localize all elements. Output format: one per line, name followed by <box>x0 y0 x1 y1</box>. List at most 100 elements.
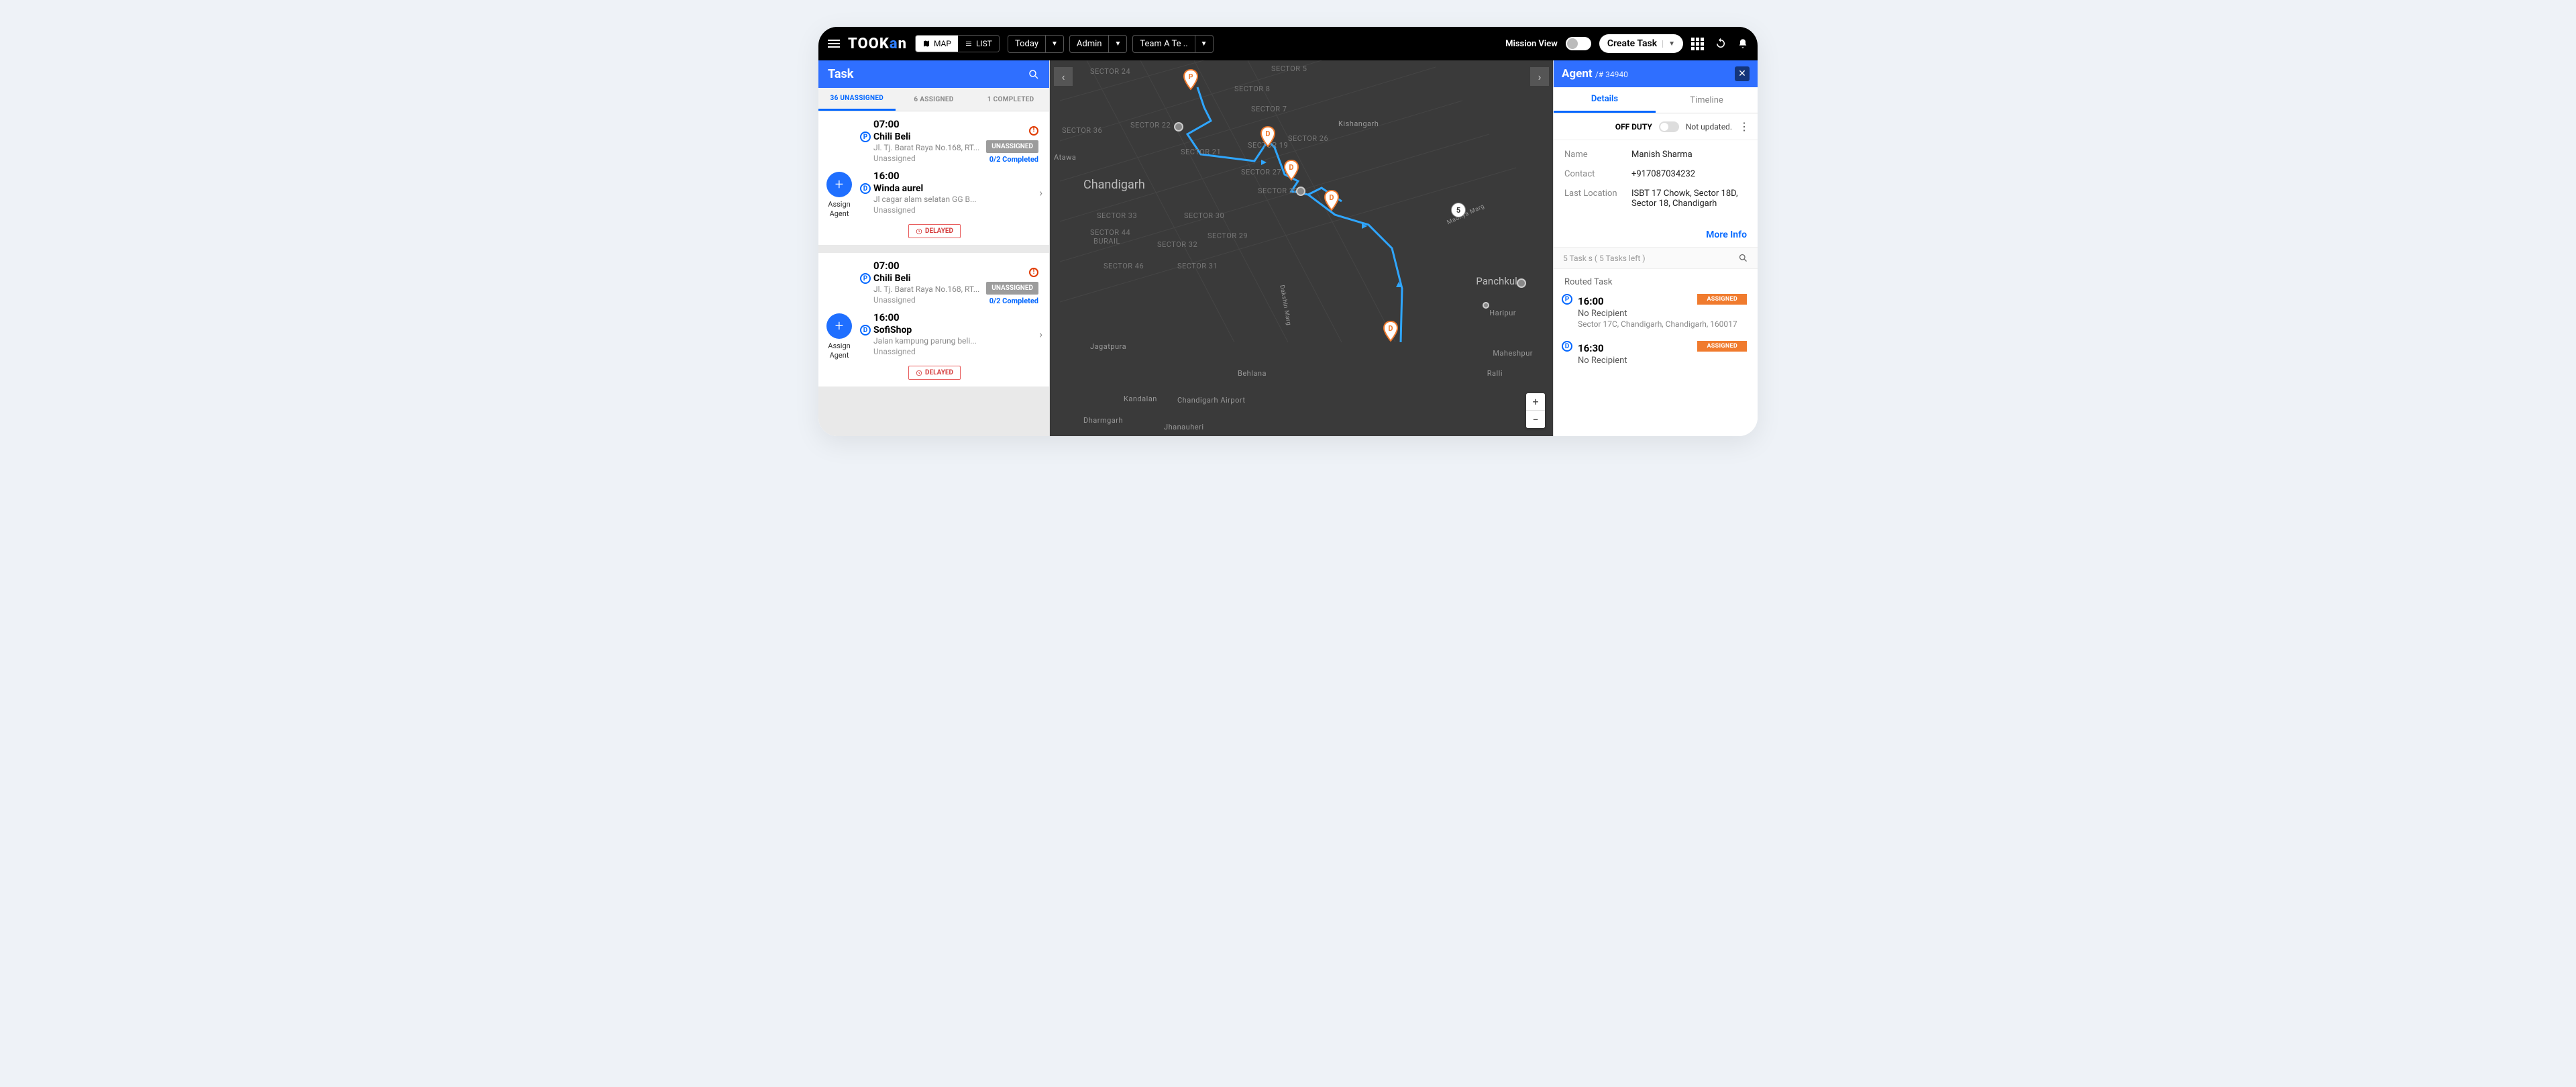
view-toggle: MAP LIST <box>915 35 1000 52</box>
tab-unassigned[interactable]: 36 UNASSIGNED <box>818 88 896 111</box>
map-sector-label: SECTOR 22 <box>1130 121 1171 130</box>
agent-panel-title: Agent /# 34940 <box>1562 67 1628 81</box>
delayed-badge: DELAYED <box>908 366 961 380</box>
list-icon <box>965 40 973 48</box>
agent-info: NameManish Sharma Contact+917087034232 L… <box>1554 140 1758 227</box>
zoom-in-button[interactable]: + <box>1526 393 1545 411</box>
task-card[interactable]: + Assign Agent ! UNASSIGNED 0/2 Complete… <box>818 253 1049 386</box>
pickup-block: P 07:00 Chili Beli Jl. Tj. Barat Raya No… <box>861 260 1042 305</box>
task-panel-title: Task <box>828 67 853 81</box>
caret-down-icon: ▼ <box>1662 40 1675 48</box>
map-pin-pickup[interactable]: P <box>1182 69 1199 91</box>
map-place-label: Kandalan <box>1124 395 1157 403</box>
routed-task-header: Routed Task <box>1554 269 1758 291</box>
tab-timeline[interactable]: Timeline <box>1656 87 1758 113</box>
apps-icon[interactable] <box>1691 38 1704 50</box>
map-sector-label: SECTOR 7 <box>1251 105 1287 113</box>
svg-text:D: D <box>1388 324 1393 333</box>
map-place-label: Haripur <box>1489 309 1516 317</box>
delayed-badge: DELAYED <box>908 224 961 238</box>
task-title: SofiShop <box>873 325 1042 335</box>
search-icon[interactable] <box>1738 253 1748 263</box>
top-icons <box>1691 38 1748 50</box>
task-search-row: 5 Task s ( 5 Tasks left ) <box>1554 247 1758 269</box>
routed-title: No Recipient <box>1578 309 1747 319</box>
svg-text:D: D <box>1289 163 1293 172</box>
map-cluster-badge[interactable]: 5 <box>1451 203 1466 217</box>
assign-agent-button[interactable]: + <box>826 313 852 339</box>
task-address: Jl. Tj. Barat Raya No.168, RT... <box>873 143 1042 152</box>
task-list[interactable]: + Assign Agent ! UNASSIGNED 0/2 Complete… <box>818 111 1049 436</box>
map-collapse-right-button[interactable]: › <box>1530 67 1549 86</box>
map-view-label: MAP <box>934 39 951 48</box>
hamburger-icon[interactable] <box>828 40 840 48</box>
bell-icon[interactable] <box>1737 38 1748 50</box>
map-dot <box>1296 187 1305 196</box>
routed-task-item[interactable]: P ASSIGNED 16:00 No Recipient Sector 17C… <box>1564 291 1747 338</box>
date-dropdown[interactable]: Today▼ <box>1008 35 1064 53</box>
app-frame: TOOKan MAP LIST Today▼ Admin▼ Team A Te … <box>818 27 1758 436</box>
map-pin-delivery[interactable]: D <box>1283 160 1300 181</box>
delivery-badge-icon: D <box>1562 341 1572 352</box>
field-label: Name <box>1564 150 1631 160</box>
map-place-label: Jhanauheri <box>1164 423 1204 431</box>
team-label: Team A Te .. <box>1133 36 1194 52</box>
routed-task-list: P ASSIGNED 16:00 No Recipient Sector 17C… <box>1554 291 1758 376</box>
task-address: Jl. Tj. Barat Raya No.168, RT... <box>873 284 1042 294</box>
map-pin-delivery[interactable]: D <box>1323 190 1340 211</box>
task-card[interactable]: + Assign Agent ! UNASSIGNED 0/2 Complete… <box>818 111 1049 245</box>
routed-task-item[interactable]: D ASSIGNED 16:30 No Recipient <box>1564 338 1747 376</box>
map-pin-delivery[interactable]: D <box>1382 321 1399 342</box>
task-title: Winda aurel <box>873 183 1042 194</box>
map-pin-delivery[interactable]: D <box>1259 126 1277 148</box>
agent-tabs: Details Timeline <box>1554 87 1758 113</box>
map-sector-label: SECTOR 21 <box>1181 148 1221 156</box>
chevron-right-icon[interactable]: › <box>1039 186 1042 199</box>
map-place-label: Behlana <box>1238 369 1267 378</box>
field-label: Contact <box>1564 169 1631 179</box>
close-icon[interactable]: ✕ <box>1735 66 1750 81</box>
delayed-label: DELAYED <box>925 227 953 235</box>
assign-agent-button[interactable]: + <box>826 172 852 197</box>
kebab-icon[interactable]: ⋮ <box>1739 120 1750 133</box>
task-time: 16:00 <box>873 311 1042 323</box>
map-sector-label: SECTOR 44 <box>1090 228 1130 237</box>
map-place-label: Jagatpura <box>1090 342 1126 351</box>
pickup-badge-icon: P <box>860 273 871 284</box>
agent-panel-header: Agent /# 34940 ✕ <box>1554 60 1758 87</box>
delivery-badge-icon: D <box>860 325 871 335</box>
role-dropdown[interactable]: Admin▼ <box>1069 35 1127 53</box>
svg-text:D: D <box>1329 193 1334 202</box>
tab-details[interactable]: Details <box>1554 87 1656 113</box>
caret-down-icon: ▼ <box>1045 36 1063 52</box>
create-task-button[interactable]: Create Task ▼ <box>1599 34 1683 53</box>
zoom-out-button[interactable]: − <box>1526 411 1545 428</box>
map-sector-label: BURAIL <box>1093 237 1120 246</box>
team-dropdown[interactable]: Team A Te ..▼ <box>1132 35 1213 53</box>
search-icon[interactable] <box>1028 68 1040 81</box>
tab-completed[interactable]: 1 COMPLETED <box>972 88 1049 111</box>
refresh-icon[interactable] <box>1715 38 1727 50</box>
chevron-right-icon[interactable]: › <box>1039 327 1042 340</box>
field-label: Last Location <box>1564 189 1631 209</box>
map-view-button[interactable]: MAP <box>916 36 958 52</box>
map-collapse-left-button[interactable]: ‹ <box>1054 67 1073 86</box>
map-place-label: Chandigarh Airport <box>1177 396 1245 405</box>
task-time: 16:00 <box>873 170 1042 182</box>
map[interactable]: ‹ › Chandigarh Panchkula SECTOR 24 <box>1050 60 1553 436</box>
clock-icon <box>916 228 922 235</box>
list-view-button[interactable]: LIST <box>958 36 999 52</box>
map-canvas <box>1050 60 1553 436</box>
map-city-label: Chandigarh <box>1083 178 1145 192</box>
more-info-link[interactable]: More Info <box>1706 229 1747 240</box>
task-panel: Task 36 UNASSIGNED 6 ASSIGNED 1 COMPLETE… <box>818 60 1050 436</box>
map-place-label: Dharmgarh <box>1083 416 1123 425</box>
duty-toggle[interactable] <box>1659 121 1679 132</box>
tab-assigned[interactable]: 6 ASSIGNED <box>896 88 973 111</box>
map-place-label: Maheshpur <box>1493 349 1533 358</box>
mission-view-toggle[interactable] <box>1566 37 1591 50</box>
caret-down-icon: ▼ <box>1195 36 1213 52</box>
routed-address: Sector 17C, Chandigarh, Chandigarh, 1600… <box>1578 319 1747 329</box>
create-task-label: Create Task <box>1607 38 1657 49</box>
assign-column: + Assign Agent <box>822 260 856 380</box>
